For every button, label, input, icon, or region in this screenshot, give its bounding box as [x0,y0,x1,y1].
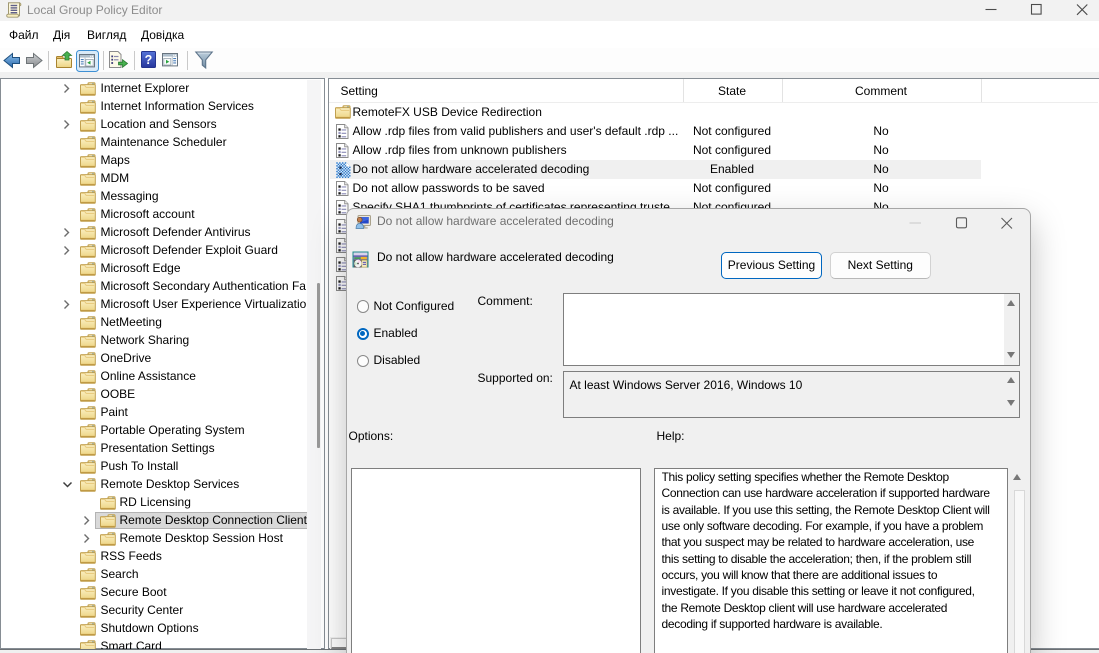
svg-text:?: ? [145,53,153,67]
